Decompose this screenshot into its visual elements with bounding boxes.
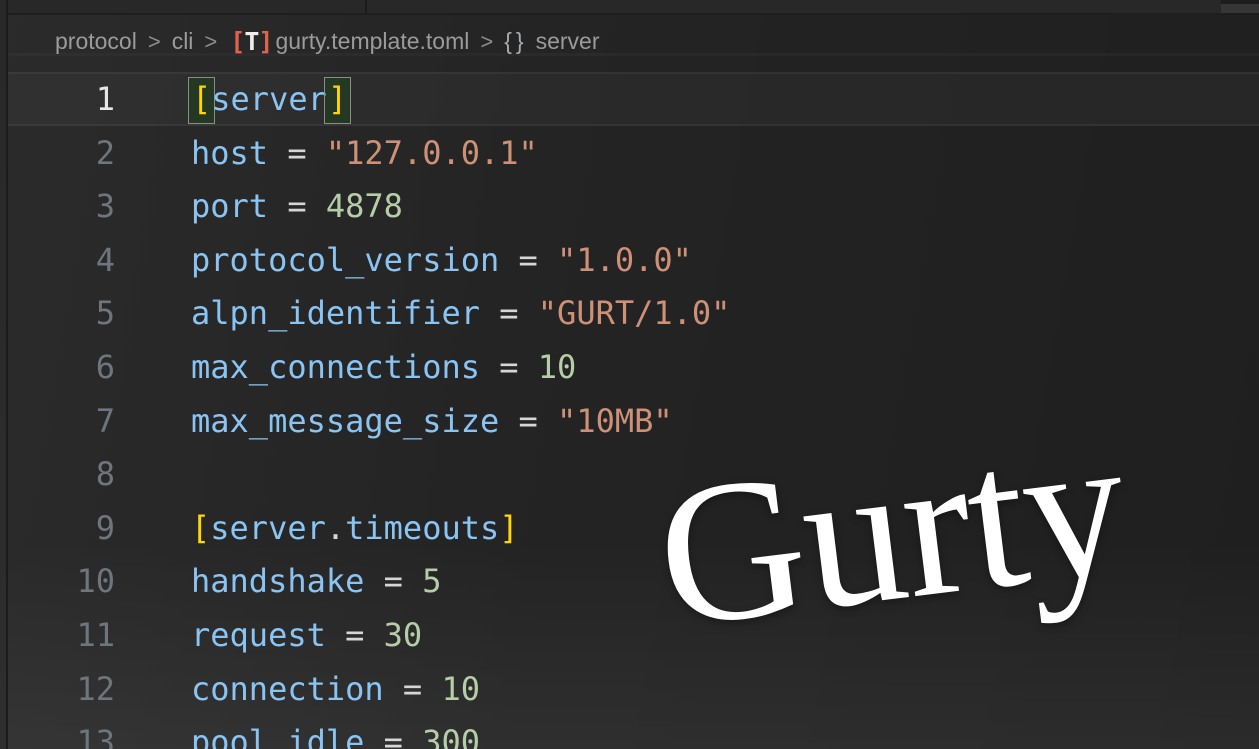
line-number[interactable]: 13 [8,715,115,749]
breadcrumb-separator-line [8,53,1259,56]
code-line[interactable]: 1 [server] [8,72,1259,126]
breadcrumb-item-cli[interactable]: cli [172,28,194,55]
code-line[interactable]: 4 protocol_version = "1.0.0" [8,233,1259,287]
code-token: = [364,562,422,600]
line-number[interactable]: 2 [8,126,115,180]
code-token: host [191,134,268,172]
line-number[interactable]: 7 [8,394,115,448]
code-token: 30 [384,616,423,654]
code-content: max_message_size = "10MB" [191,394,673,448]
watermark-logo: Gurty [648,402,1135,659]
line-number[interactable]: 5 [8,286,115,340]
code-token: = [364,723,422,749]
line-number[interactable]: 6 [8,340,115,394]
line-number[interactable]: 1 [8,72,115,126]
line-number[interactable]: 4 [8,233,115,287]
code-token: = [499,241,557,279]
code-token: . [326,509,345,547]
code-content: request = 30 [191,608,422,662]
tab-bar-sliver [8,0,1259,13]
chevron-right-icon: > [193,29,228,55]
code-line[interactable]: 5 alpn_identifier = "GURT/1.0" [8,286,1259,340]
breadcrumb: protocol > cli > [T] gurty.template.toml… [55,27,599,56]
editor-window: protocol > cli > [T] gurty.template.toml… [0,0,1259,749]
code-token: ] [499,509,518,547]
tab-bar-edge [8,13,1259,15]
code-content: [server.timeouts] [191,501,519,555]
code-token: protocol_version [191,241,499,279]
code-content: max_connections = 10 [191,340,576,394]
code-line[interactable]: 2 host = "127.0.0.1" [8,126,1259,180]
code-token: [ [191,509,210,547]
code-token: = [268,134,326,172]
symbol-object-icon: {} [504,28,527,55]
code-line[interactable]: 13 pool_idle = 300 [8,715,1259,749]
code-token: port [191,187,268,225]
line-number[interactable]: 3 [8,179,115,233]
code-content: pool_idle = 300 [191,715,480,749]
code-token: connection [191,670,384,708]
code-token: pool_idle [191,723,364,749]
code-token: 5 [422,562,441,600]
tab-divider [365,0,367,13]
code-content: [server] [191,72,347,126]
code-token: 300 [422,723,480,749]
line-number[interactable]: 8 [8,447,115,501]
breadcrumb-item-filename[interactable]: gurty.template.toml [275,28,469,55]
code-line[interactable]: 3 port = 4878 [8,179,1259,233]
line-number[interactable]: 9 [8,501,115,555]
code-token: handshake [191,562,364,600]
code-token: 10 [538,348,577,386]
code-content: protocol_version = "1.0.0" [191,233,692,287]
code-content: handshake = 5 [191,554,441,608]
code-token: = [480,348,538,386]
code-token: server [210,509,326,547]
code-token: = [384,670,442,708]
code-content: port = 4878 [191,179,403,233]
code-token: "1.0.0" [557,241,692,279]
code-token: "GURT/1.0" [538,294,731,332]
code-token: "127.0.0.1" [326,134,538,172]
line-number[interactable]: 10 [8,554,115,608]
code-token: request [191,616,326,654]
line-number[interactable]: 12 [8,662,115,716]
code-content: host = "127.0.0.1" [191,126,538,180]
code-token: max_connections [191,348,480,386]
code-token: ] [324,77,351,124]
code-token: = [499,402,557,440]
breadcrumb-item-protocol[interactable]: protocol [55,28,137,55]
code-token: = [480,294,538,332]
code-token: max_message_size [191,402,499,440]
line-number[interactable]: 11 [8,608,115,662]
code-content: connection = 10 [191,662,480,716]
code-line[interactable]: 12 connection = 10 [8,662,1259,716]
breadcrumb-item-symbol[interactable]: server [536,28,600,55]
code-line[interactable]: 6 max_connections = 10 [8,340,1259,394]
code-token: alpn_identifier [191,294,480,332]
code-token: "10MB" [557,402,673,440]
toml-file-icon: [T] [230,27,273,56]
code-token: = [326,616,384,654]
code-token: = [268,187,326,225]
code-token: timeouts [345,509,499,547]
code-token: server [211,80,327,118]
scrollbar-top[interactable] [1221,0,1259,13]
code-token: 10 [441,670,480,708]
code-content: alpn_identifier = "GURT/1.0" [191,286,730,340]
chevron-right-icon: > [469,29,504,55]
code-token: 4878 [326,187,403,225]
chevron-right-icon: > [137,29,172,55]
